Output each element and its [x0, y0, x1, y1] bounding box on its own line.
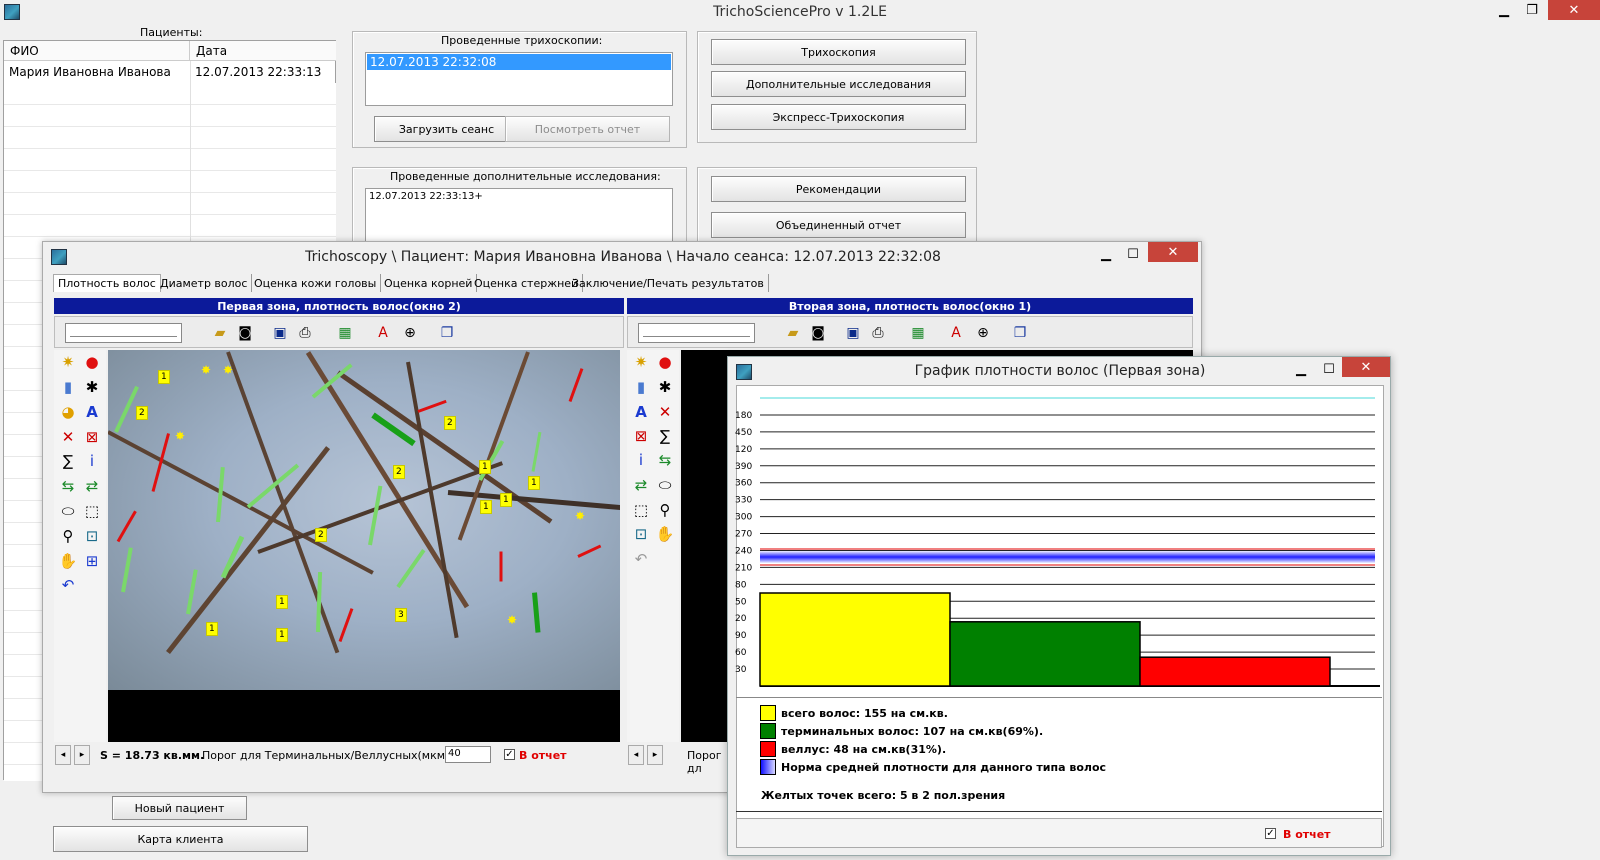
chart-tick-label: 80	[735, 580, 747, 590]
chart-tick-label: 360	[735, 479, 752, 489]
legend-total: всего волос: 155 на см.кв.	[781, 707, 948, 720]
chart-tick-label: 240	[735, 546, 752, 556]
chart-bar	[949, 621, 1141, 687]
legend-terminal: терминальных волос: 107 на см.кв(69%).	[781, 725, 1044, 738]
legend-vellus: веллус: 48 на см.кв(31%).	[781, 743, 947, 756]
chart-tick-label: 210	[735, 563, 752, 573]
chart-tick-label: 300	[735, 513, 752, 523]
legend-swatch-norm	[760, 759, 776, 775]
chart-bar	[759, 592, 951, 687]
chart-tick-label: 180	[735, 411, 752, 421]
chart-separator-top	[736, 697, 1382, 698]
chart-tick-label: 20	[735, 614, 747, 624]
chart-tick-label: 450	[735, 428, 752, 438]
legend-swatch-total	[760, 705, 776, 721]
chart-tick-label: 90	[735, 631, 747, 641]
chart-tick-label: 50	[735, 597, 747, 607]
chart-norm-band	[760, 551, 1375, 563]
yellow-points-label: Желтых точек всего: 5 в 2 пол.зрения	[761, 789, 1006, 802]
chart-tick-label: 330	[735, 496, 752, 506]
legend-swatch-terminal	[760, 723, 776, 739]
chart-report-label: В отчет	[1283, 828, 1331, 841]
chart-tick-label: 390	[735, 462, 752, 472]
chart-bar	[1139, 656, 1331, 687]
chart-tick-label: 270	[735, 530, 752, 540]
chart-tick-label: 120	[735, 445, 752, 455]
legend-norm: Норма средней плотности для данного типа…	[781, 761, 1107, 774]
legend-swatch-vellus	[760, 741, 776, 757]
chart-separator-bottom	[736, 811, 1382, 812]
chart-footer: ✓ В отчет	[736, 818, 1382, 848]
chart-report-checkbox[interactable]: ✓	[1265, 828, 1276, 839]
chart-tick-label: 60	[735, 648, 747, 658]
chart-tick-label: 30	[735, 665, 747, 675]
